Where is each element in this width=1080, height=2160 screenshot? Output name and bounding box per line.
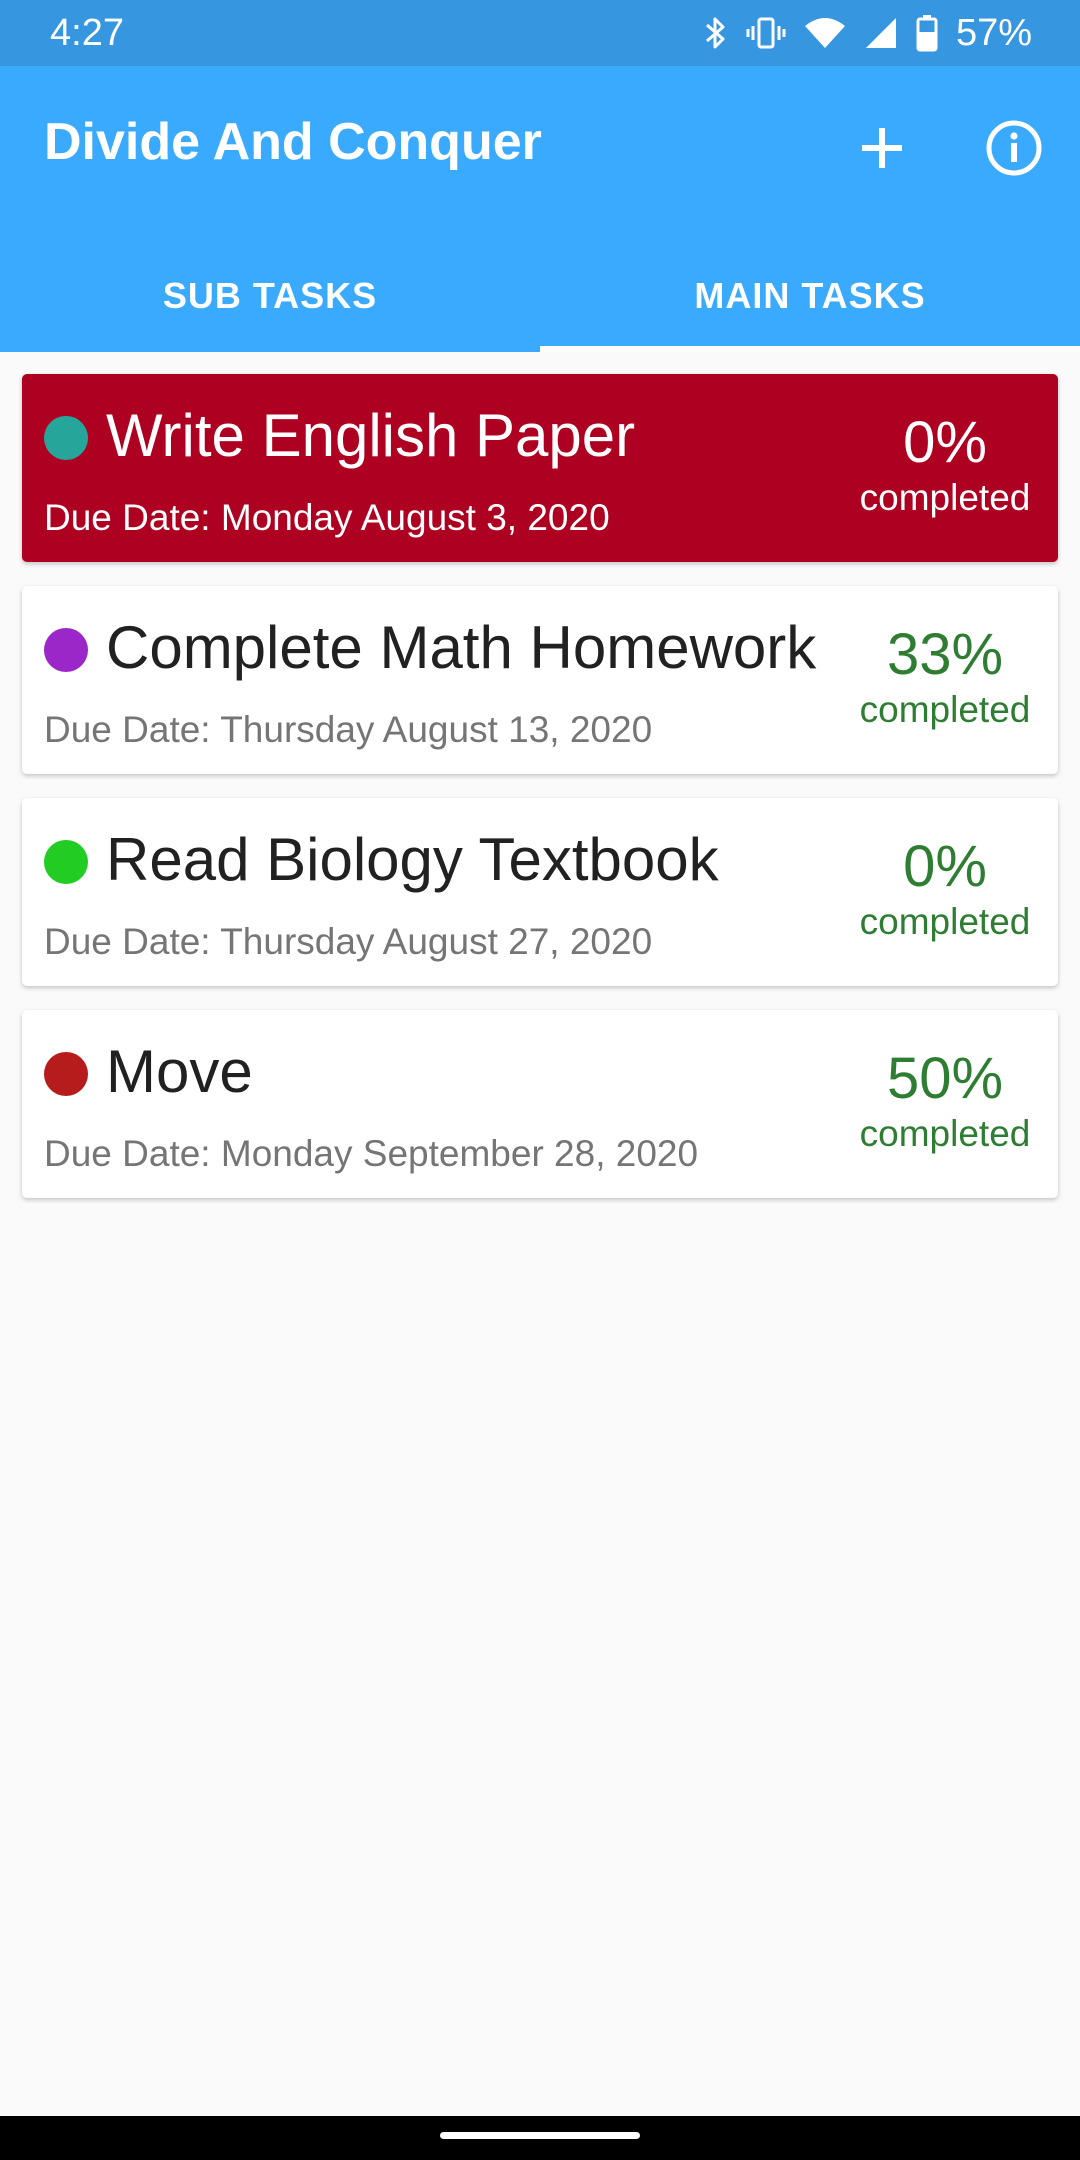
task-title: Complete Math Homework	[106, 614, 817, 681]
status-icons: 57%	[704, 10, 1032, 56]
task-title: Write English Paper	[106, 402, 636, 469]
wifi-icon	[804, 16, 846, 50]
task-title: Read Biology Textbook	[106, 826, 719, 893]
task-card-write-english-paper[interactable]: Write English Paper Due Date: Monday Aug…	[22, 374, 1058, 562]
task-progress: 33% completed	[832, 622, 1058, 732]
task-card-read-biology-textbook[interactable]: Read Biology Textbook Due Date: Thursday…	[22, 798, 1058, 986]
task-percent: 33%	[886, 622, 1004, 687]
task-percent-label: completed	[859, 901, 1031, 942]
task-card-move[interactable]: Move Due Date: Monday September 28, 2020…	[22, 1010, 1058, 1198]
task-color-dot	[44, 1052, 88, 1096]
status-time: 4:27	[50, 12, 124, 54]
task-percent-label: completed	[859, 1113, 1031, 1154]
task-progress: 0% completed	[832, 410, 1058, 520]
task-color-dot	[44, 416, 88, 460]
task-percent-label: completed	[859, 689, 1031, 730]
task-card-complete-math-homework[interactable]: Complete Math Homework Due Date: Thursda…	[22, 586, 1058, 774]
task-percent-label: completed	[859, 477, 1031, 518]
app-title: Divide And Conquer	[44, 113, 542, 171]
vibrate-icon	[746, 16, 786, 50]
cell-signal-icon	[864, 16, 898, 50]
battery-percentage: 57%	[955, 12, 1032, 54]
add-task-button[interactable]	[840, 106, 924, 190]
tab-bar: SUB TASKS MAIN TASKS	[0, 240, 1080, 352]
task-percent: 0%	[903, 834, 987, 899]
task-color-dot	[44, 628, 88, 672]
task-progress: 0% completed	[832, 834, 1058, 944]
task-percent: 50%	[886, 1046, 1004, 1111]
task-due-date: Due Date: Thursday August 27, 2020	[44, 921, 653, 962]
home-gesture-handle[interactable]	[440, 2132, 640, 2139]
task-title: Move	[106, 1038, 253, 1105]
task-list: Write English Paper Due Date: Monday Aug…	[22, 374, 1058, 1222]
task-color-dot	[44, 840, 88, 884]
status-bar: 4:27 57%	[0, 0, 1080, 66]
info-button[interactable]	[972, 106, 1056, 190]
navigation-bar	[0, 2116, 1080, 2160]
battery-icon	[916, 14, 938, 52]
tab-main-tasks[interactable]: MAIN TASKS	[540, 240, 1080, 352]
app-bar: Divide And Conquer SUB TASKS MAIN TASKS	[0, 66, 1080, 352]
task-due-date: Due Date: Monday September 28, 2020	[44, 1133, 699, 1174]
info-icon	[986, 120, 1042, 176]
tab-sub-tasks[interactable]: SUB TASKS	[0, 240, 540, 352]
task-due-date: Due Date: Thursday August 13, 2020	[44, 709, 653, 750]
task-percent: 0%	[903, 410, 987, 475]
task-progress: 50% completed	[832, 1046, 1058, 1156]
bluetooth-icon	[704, 15, 728, 51]
task-due-date: Due Date: Monday August 3, 2020	[44, 497, 610, 538]
plus-icon	[862, 128, 902, 168]
